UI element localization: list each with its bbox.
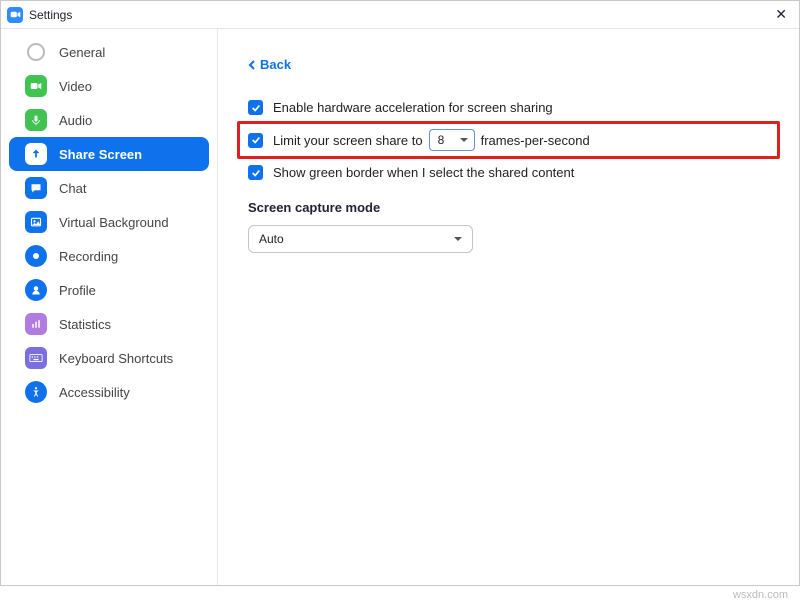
window-body: General Video Audio Share Screen Chat Vi… bbox=[1, 29, 799, 585]
capture-mode-value: Auto bbox=[259, 232, 284, 246]
sidebar-item-virtual-background[interactable]: Virtual Background bbox=[9, 205, 209, 239]
checkbox-limit-fps[interactable] bbox=[248, 133, 263, 148]
sidebar-item-audio[interactable]: Audio bbox=[9, 103, 209, 137]
titlebar: Settings ✕ bbox=[1, 1, 799, 29]
checkbox-green-border[interactable] bbox=[248, 165, 263, 180]
sidebar-item-label: Video bbox=[59, 79, 92, 94]
sidebar-item-keyboard-shortcuts[interactable]: Keyboard Shortcuts bbox=[9, 341, 209, 375]
option-label: Enable hardware acceleration for screen … bbox=[273, 100, 553, 115]
option-label: Show green border when I select the shar… bbox=[273, 165, 574, 180]
checkbox-hardware-accel[interactable] bbox=[248, 100, 263, 115]
section-title-capture-mode: Screen capture mode bbox=[248, 200, 769, 215]
sidebar-item-label: Statistics bbox=[59, 317, 111, 332]
sidebar: General Video Audio Share Screen Chat Vi… bbox=[1, 29, 218, 585]
gear-icon bbox=[25, 41, 47, 63]
sidebar-item-label: Accessibility bbox=[59, 385, 130, 400]
accessibility-icon bbox=[25, 381, 47, 403]
sidebar-item-video[interactable]: Video bbox=[9, 69, 209, 103]
back-label: Back bbox=[260, 57, 291, 72]
sidebar-item-label: Recording bbox=[59, 249, 118, 264]
watermark: wsxdn.com bbox=[733, 589, 788, 601]
main-panel: Back Enable hardware acceleration for sc… bbox=[218, 29, 799, 585]
video-icon bbox=[25, 75, 47, 97]
share-screen-icon bbox=[25, 143, 47, 165]
option-hardware-accel: Enable hardware acceleration for screen … bbox=[248, 100, 769, 115]
sidebar-item-label: Virtual Background bbox=[59, 215, 169, 230]
sidebar-item-general[interactable]: General bbox=[9, 35, 209, 69]
app-icon bbox=[7, 7, 23, 23]
option-label-post: frames-per-second bbox=[481, 133, 590, 148]
close-button[interactable]: ✕ bbox=[769, 6, 793, 23]
sidebar-item-label: Profile bbox=[59, 283, 96, 298]
sidebar-item-label: Keyboard Shortcuts bbox=[59, 351, 173, 366]
recording-icon bbox=[25, 245, 47, 267]
sidebar-item-statistics[interactable]: Statistics bbox=[9, 307, 209, 341]
sidebar-item-accessibility[interactable]: Accessibility bbox=[9, 375, 209, 409]
fps-select[interactable]: 8 bbox=[429, 129, 475, 151]
capture-mode-select[interactable]: Auto bbox=[248, 225, 473, 253]
sidebar-item-share-screen[interactable]: Share Screen bbox=[9, 137, 209, 171]
profile-icon bbox=[25, 279, 47, 301]
sidebar-item-label: General bbox=[59, 45, 105, 60]
statistics-icon bbox=[25, 313, 47, 335]
sidebar-item-chat[interactable]: Chat bbox=[9, 171, 209, 205]
virtual-background-icon bbox=[25, 211, 47, 233]
option-limit-fps: Limit your screen share to 8 frames-per-… bbox=[248, 129, 769, 151]
back-button[interactable]: Back bbox=[248, 57, 291, 72]
chat-icon bbox=[25, 177, 47, 199]
sidebar-item-label: Audio bbox=[59, 113, 92, 128]
keyboard-icon bbox=[25, 347, 47, 369]
option-green-border: Show green border when I select the shar… bbox=[248, 165, 769, 180]
audio-icon bbox=[25, 109, 47, 131]
sidebar-item-recording[interactable]: Recording bbox=[9, 239, 209, 273]
sidebar-item-profile[interactable]: Profile bbox=[9, 273, 209, 307]
highlighted-option: Limit your screen share to 8 frames-per-… bbox=[237, 121, 780, 159]
window-title: Settings bbox=[29, 8, 72, 22]
settings-window: Settings ✕ General Video Audio Share Scr… bbox=[0, 0, 800, 586]
sidebar-item-label: Chat bbox=[59, 181, 86, 196]
option-label-pre: Limit your screen share to bbox=[273, 133, 423, 148]
sidebar-item-label: Share Screen bbox=[59, 147, 142, 162]
